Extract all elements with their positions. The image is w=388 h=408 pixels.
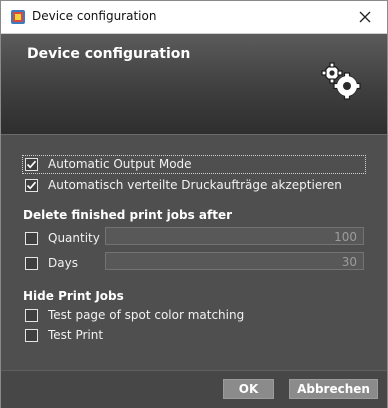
- close-button[interactable]: [343, 1, 387, 33]
- hide-item-label: Test page of spot color matching: [48, 308, 245, 322]
- title-bar[interactable]: Device configuration: [1, 1, 387, 34]
- check-icon: [26, 160, 37, 169]
- option-label: Automatisch verteilte Druckaufträge akze…: [48, 178, 342, 192]
- header-title: Device configuration: [27, 46, 191, 62]
- ok-button[interactable]: OK: [223, 379, 274, 399]
- hide-section-title: Hide Print Jobs: [23, 289, 124, 303]
- device-configuration-window: Device configuration Device configuratio…: [0, 0, 388, 408]
- option-label: Automatic Output Mode: [48, 157, 192, 171]
- app-icon: [11, 10, 25, 24]
- gears-icon: [321, 62, 361, 100]
- window-title: Device configuration: [32, 9, 157, 23]
- hide-test-print[interactable]: Test Print: [25, 328, 103, 342]
- checkbox-days[interactable]: [25, 256, 38, 270]
- days-field[interactable]: 30: [105, 252, 364, 270]
- quantity-option[interactable]: Quantity: [25, 231, 100, 245]
- dialog-footer: OK Abbrechen: [1, 370, 387, 408]
- dialog-header: Device configuration: [1, 34, 387, 135]
- option-automatic-output-mode[interactable]: Automatic Output Mode: [25, 157, 192, 171]
- checkbox-test-print[interactable]: [25, 328, 38, 342]
- check-icon: [26, 181, 37, 190]
- quantity-label: Quantity: [48, 231, 100, 245]
- quantity-field[interactable]: 100: [105, 227, 364, 245]
- cancel-button[interactable]: Abbrechen: [289, 379, 378, 399]
- close-icon: [359, 11, 371, 23]
- hide-spot-color-test-page[interactable]: Test page of spot color matching: [25, 308, 244, 322]
- delete-section-title: Delete finished print jobs after: [23, 208, 233, 222]
- days-label: Days: [48, 256, 78, 270]
- checkbox-quantity[interactable]: [25, 231, 38, 245]
- dialog-content: Automatic Output Mode Automatisch vertei…: [1, 135, 387, 370]
- checkbox-spot-color-test-page[interactable]: [25, 308, 38, 322]
- option-accept-distributed-jobs[interactable]: Automatisch verteilte Druckaufträge akze…: [25, 178, 342, 192]
- hide-item-label: Test Print: [48, 328, 104, 342]
- checkbox-accept-distributed-jobs[interactable]: [25, 178, 38, 192]
- checkbox-automatic-output-mode[interactable]: [25, 157, 38, 171]
- days-option[interactable]: Days: [25, 256, 78, 270]
